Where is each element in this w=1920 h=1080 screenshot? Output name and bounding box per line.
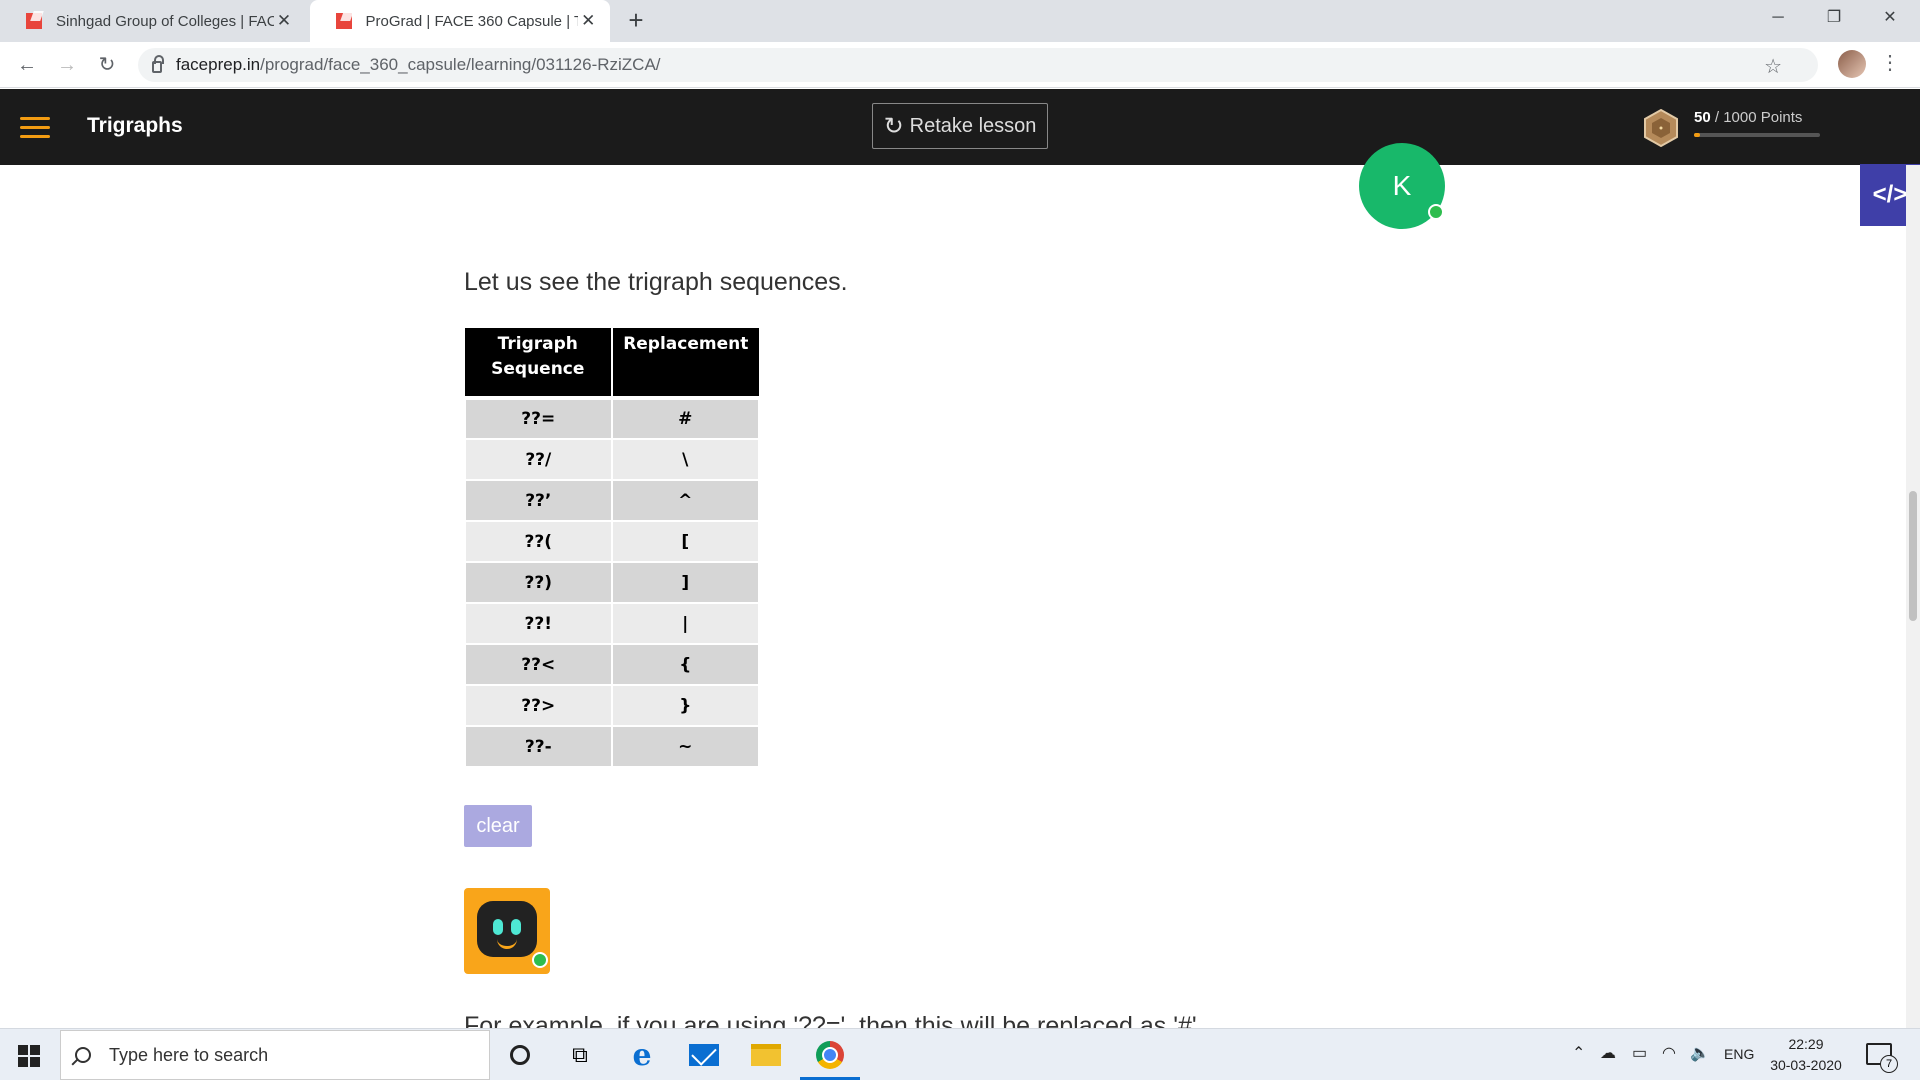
task-view-icon[interactable]: ⧉	[564, 1039, 596, 1071]
trigraph-cell: ??<	[464, 643, 613, 686]
trigraph-table: Trigraph Sequence Replacement ??= # ??/\ …	[464, 328, 761, 768]
replacement-cell: #	[610, 396, 761, 440]
address-bar[interactable]: faceprep.in/prograd/face_360_capsule/lea…	[138, 48, 1818, 82]
browser-menu-icon[interactable]: ⋮	[1880, 50, 1900, 75]
browser-tab-sinhgad[interactable]: Sinhgad Group of Colleges | FACE ✕	[0, 0, 310, 42]
close-tab-icon[interactable]: ✕	[578, 11, 598, 31]
table-row: ??/\	[464, 438, 761, 481]
replacement-cell: }	[610, 684, 761, 727]
replacement-cell: ]	[610, 561, 761, 604]
search-placeholder: Type here to search	[109, 1044, 269, 1065]
url-path: /prograd/face_360_capsule/learning/03112…	[260, 55, 661, 74]
chrome-icon[interactable]	[814, 1039, 846, 1071]
table-header-sequence: Trigraph Sequence	[465, 328, 613, 398]
trigraph-cell: ??!	[464, 602, 613, 645]
clock-time: 22:29	[1788, 1036, 1824, 1052]
language-indicator[interactable]: ENG	[1724, 1046, 1754, 1062]
trigraph-cell: ??)	[464, 561, 613, 604]
bookmark-star-icon[interactable]: ☆	[1764, 54, 1782, 79]
points-display: 50 / 1000 Points	[1694, 109, 1802, 126]
table-row: ??>}	[464, 684, 761, 727]
points-value: 50	[1694, 109, 1711, 126]
taskbar-search-input[interactable]: Type here to search	[60, 1030, 490, 1080]
replacement-cell: ~	[610, 725, 761, 768]
app-header: Trigraphs ↻ Retake lesson 50 / 1000 Poin…	[0, 89, 1920, 165]
lock-icon[interactable]	[152, 55, 164, 73]
table-row: ??= #	[464, 396, 761, 440]
minimize-icon[interactable]: ─	[1750, 0, 1806, 36]
restore-icon[interactable]: ❐	[1806, 0, 1862, 36]
close-tab-icon[interactable]: ✕	[274, 11, 294, 31]
wifi-icon[interactable]: ◠	[1662, 1043, 1676, 1063]
online-status-dot	[1428, 204, 1444, 220]
tab-title: ProGrad | FACE 360 Capsule | Trig	[365, 12, 579, 30]
browser-tab-strip: Sinhgad Group of Colleges | FACE ✕ ProGr…	[0, 0, 1920, 42]
onedrive-icon[interactable]: ☁	[1600, 1043, 1616, 1063]
table-row: ??! |	[464, 602, 761, 645]
windows-taskbar: Type here to search ⧉ e ⌃ ☁ ▭ ◠ 🔈 ENG 22…	[0, 1028, 1920, 1080]
windows-start-icon[interactable]	[18, 1045, 40, 1067]
url-host: faceprep.in	[176, 55, 261, 74]
replacement-cell: {	[610, 643, 761, 686]
retake-label: Retake lesson	[909, 114, 1037, 137]
mail-icon[interactable]	[688, 1039, 720, 1071]
cortana-icon[interactable]	[504, 1039, 536, 1071]
robot-face-icon	[477, 901, 537, 957]
search-icon	[75, 1047, 91, 1063]
hamburger-menu-icon[interactable]	[20, 117, 50, 139]
clock-date: 30-03-2020	[1770, 1057, 1842, 1073]
tab-title: Sinhgad Group of Colleges | FACE	[56, 12, 274, 30]
code-icon: </>	[1872, 181, 1908, 208]
prograd-favicon-icon	[334, 11, 354, 31]
trigraph-cell: ??’	[464, 479, 613, 522]
replacement-cell: [	[610, 520, 761, 563]
table-row: ??)]	[464, 561, 761, 604]
page-scrollbar[interactable]	[1906, 165, 1920, 1028]
table-header-replacement: Replacement	[611, 328, 759, 398]
trigraph-cell: ??-	[464, 725, 613, 768]
points-total: / 1000 Points	[1714, 109, 1803, 126]
refresh-icon: ↻	[883, 112, 904, 140]
clear-button[interactable]: clear	[464, 805, 532, 847]
file-explorer-icon[interactable]	[750, 1039, 782, 1071]
bot-online-dot	[532, 952, 548, 968]
reload-icon[interactable]: ↻	[92, 50, 122, 80]
notification-count: 7	[1880, 1055, 1898, 1073]
new-tab-button[interactable]: +	[622, 6, 650, 34]
scrollbar-thumb[interactable]	[1909, 491, 1917, 621]
edge-icon[interactable]: e	[626, 1038, 658, 1073]
trigraph-cell: ??=	[464, 396, 613, 440]
profile-avatar[interactable]	[1838, 50, 1866, 78]
browser-toolbar: ← → ↻ faceprep.in/prograd/face_360_capsu…	[0, 42, 1920, 88]
trigraph-cell: ??>	[464, 684, 613, 727]
taskbar-clock[interactable]: 22:29 30-03-2020	[1764, 1034, 1848, 1076]
points-progress-fill	[1694, 133, 1701, 137]
browser-tab-prograd[interactable]: ProGrad | FACE 360 Capsule | Trig ✕	[310, 0, 610, 42]
lesson-title: Trigraphs	[87, 114, 183, 137]
table-row: ??<{	[464, 643, 761, 686]
prograd-favicon-icon	[24, 11, 44, 31]
forward-arrow-icon[interactable]: →	[52, 50, 82, 80]
replacement-cell: \	[610, 438, 761, 481]
window-close-icon[interactable]: ✕	[1862, 0, 1918, 36]
intro-text: Let us see the trigraph sequences.	[464, 268, 848, 296]
battery-icon[interactable]: ▭	[1632, 1043, 1647, 1063]
volume-icon[interactable]: 🔈	[1690, 1043, 1710, 1063]
table-row: ??’ ^	[464, 479, 761, 522]
trigraph-cell: ??/	[464, 438, 613, 481]
avatar-letter: K	[1392, 170, 1412, 201]
table-row: ??([	[464, 520, 761, 563]
retake-lesson-button[interactable]: ↻ Retake lesson	[872, 103, 1048, 149]
tray-chevron-icon[interactable]: ⌃	[1572, 1043, 1585, 1063]
trigraph-cell: ??(	[464, 520, 613, 563]
badge-hexagon-icon	[1644, 109, 1678, 147]
back-arrow-icon[interactable]: ←	[12, 50, 42, 80]
replacement-cell: |	[610, 602, 761, 645]
table-row: ??- ~	[464, 725, 761, 768]
points-progress-bar	[1694, 133, 1820, 137]
replacement-cell: ^	[610, 479, 761, 522]
